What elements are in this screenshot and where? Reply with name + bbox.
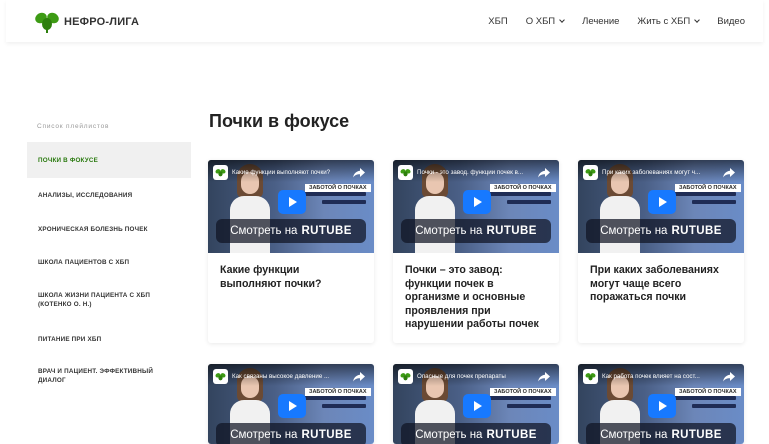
play-button[interactable] <box>648 394 676 418</box>
video-card[interactable]: Опасные для почек препараты ЗАБОТОЙ О ПО… <box>393 364 559 444</box>
playlist-sidebar: Почки в фокусе Анализы, исследования Хро… <box>27 142 191 396</box>
channel-logo-icon <box>213 369 228 384</box>
playlist-item-doctor-patient[interactable]: Врач и пациент. Эффективный диалог <box>27 356 191 396</box>
rutube-brand: RUTUBE <box>671 225 722 237</box>
watch-prefix: Смотреть на <box>600 429 668 441</box>
nav-item-treatment[interactable]: Лечение <box>582 16 619 27</box>
channel-logo-icon <box>398 165 413 180</box>
video-card-title[interactable]: Почки – это завод: функции почек в орган… <box>393 253 559 332</box>
playlist-item-analyses[interactable]: Анализы, исследования <box>27 178 191 212</box>
play-button[interactable] <box>463 394 491 418</box>
watch-on-rutube-button[interactable]: Смотреть на RUTUBE <box>401 423 551 444</box>
slogan-tag: ЗАБОТОЙ О ПОЧКАХ <box>675 184 741 192</box>
watch-prefix: Смотреть на <box>415 225 483 237</box>
rutube-brand: RUTUBE <box>671 429 722 441</box>
watch-prefix: Смотреть на <box>415 429 483 441</box>
video-thumbnail[interactable]: При каких заболеваниях могут ч... ЗАБОТО… <box>578 160 744 253</box>
rutube-brand: RUTUBE <box>301 225 352 237</box>
chevron-down-icon <box>694 16 701 23</box>
video-overlay-title: Опасные для почек препараты <box>417 373 506 380</box>
video-overlay-title: Почки - это завод. функции почек в... <box>417 169 524 176</box>
nav-item-hbp[interactable]: ХБП <box>488 16 507 27</box>
playlist-item-ckd[interactable]: Хроническая болезнь почек <box>27 212 191 246</box>
slogan-tag: ЗАБОТОЙ О ПОЧКАХ <box>490 184 556 192</box>
nav-label: Видео <box>717 15 745 27</box>
nav-item-video[interactable]: Видео <box>717 16 745 27</box>
rutube-brand: RUTUBE <box>486 225 537 237</box>
playlist-item-life-school[interactable]: Школа жизни пациента с ХБП (Котенко О. Н… <box>27 278 191 322</box>
main-nav: ХБП О ХБП Лечение Жить с ХБП Видео <box>470 0 745 42</box>
video-thumbnail[interactable]: Как связаны высокое давление ... ЗАБОТОЙ… <box>208 364 374 444</box>
channel-logo-icon <box>583 369 598 384</box>
channel-logo-icon <box>213 165 228 180</box>
watch-on-rutube-button[interactable]: Смотреть на RUTUBE <box>216 219 366 243</box>
playlist-caption: Список плейлистов <box>37 123 110 130</box>
playlist-label: Врач и пациент. Эффективный диалог <box>38 368 154 384</box>
video-card[interactable]: Какие функции выполняют почки? ЗАБОТОЙ О… <box>208 160 374 343</box>
video-overlay-title: Какие функции выполняют почки? <box>232 169 331 176</box>
watch-prefix: Смотреть на <box>230 429 298 441</box>
slogan-tag: ЗАБОТОЙ О ПОЧКАХ <box>490 388 556 396</box>
site-header: НЕФРО-ЛИГА ХБП О ХБП Лечение Жить с ХБП … <box>6 0 763 42</box>
rutube-brand: RUTUBE <box>301 429 352 441</box>
playlist-label: Почки в фокусе <box>38 156 99 164</box>
play-button[interactable] <box>278 394 306 418</box>
video-card[interactable]: Как работа почек влияет на сост... ЗАБОТ… <box>578 364 744 444</box>
playlist-item-patient-school[interactable]: Школа пациентов с ХБП <box>27 246 191 278</box>
page-title: Почки в фокусе <box>209 111 350 131</box>
play-button[interactable] <box>278 190 306 214</box>
share-icon[interactable] <box>353 372 365 382</box>
watch-on-rutube-button[interactable]: Смотреть на RUTUBE <box>216 423 366 444</box>
logo-text: НЕФРО-ЛИГА <box>64 16 140 28</box>
share-icon[interactable] <box>538 372 550 382</box>
nav-label: ХБП <box>488 15 508 27</box>
watch-prefix: Смотреть на <box>230 225 298 237</box>
video-overlay-title: Как работа почек влияет на сост... <box>602 373 700 380</box>
playlist-label: Анализы, исследования <box>38 191 133 199</box>
playlist-item-nutrition[interactable]: Питание при ХБП <box>27 322 191 356</box>
watch-prefix: Смотреть на <box>600 225 668 237</box>
channel-logo-icon <box>583 165 598 180</box>
share-icon[interactable] <box>538 168 550 178</box>
video-thumbnail[interactable]: Почки - это завод. функции почек в... ЗА… <box>393 160 559 253</box>
video-thumbnail[interactable]: Как работа почек влияет на сост... ЗАБОТ… <box>578 364 744 444</box>
watch-on-rutube-button[interactable]: Смотреть на RUTUBE <box>586 423 736 444</box>
channel-logo-icon <box>398 369 413 384</box>
playlist-label: Школа пациентов с ХБП <box>38 258 130 266</box>
watch-on-rutube-button[interactable]: Смотреть на RUTUBE <box>401 219 551 243</box>
nav-item-about-hbp[interactable]: О ХБП <box>525 15 565 27</box>
playlist-item-kidneys-in-focus[interactable]: Почки в фокусе <box>27 142 191 178</box>
video-card[interactable]: При каких заболеваниях могут ч... ЗАБОТО… <box>578 160 744 343</box>
share-icon[interactable] <box>723 372 735 382</box>
share-icon[interactable] <box>353 168 365 178</box>
share-icon[interactable] <box>723 168 735 178</box>
video-card-title[interactable]: При каких заболеваниях могут чаще всего … <box>578 253 744 305</box>
playlist-label: Школа жизни пациента с ХБП (Котенко О. Н… <box>38 292 151 308</box>
nav-label: Лечение <box>582 15 620 27</box>
video-thumbnail[interactable]: Опасные для почек препараты ЗАБОТОЙ О ПО… <box>393 364 559 444</box>
slogan-tag: ЗАБОТОЙ О ПОЧКАХ <box>305 388 371 396</box>
rutube-brand: RUTUBE <box>486 429 537 441</box>
video-card-title[interactable]: Какие функции выполняют почки? <box>208 253 374 291</box>
play-button[interactable] <box>463 190 491 214</box>
nav-label: О ХБП <box>525 15 556 27</box>
slogan-tag: ЗАБОТОЙ О ПОЧКАХ <box>305 184 371 192</box>
video-overlay-title: Как связаны высокое давление ... <box>232 373 330 380</box>
slogan-tag: ЗАБОТОЙ О ПОЧКАХ <box>675 388 741 396</box>
playlist-label: Хроническая болезнь почек <box>38 225 148 233</box>
nav-label: Жить с ХБП <box>637 15 691 27</box>
playlist-label: Питание при ХБП <box>38 335 102 343</box>
clover-logo-icon <box>35 12 59 33</box>
play-button[interactable] <box>648 190 676 214</box>
video-card[interactable]: Как связаны высокое давление ... ЗАБОТОЙ… <box>208 364 374 444</box>
watch-on-rutube-button[interactable]: Смотреть на RUTUBE <box>586 219 736 243</box>
nav-item-living-with-hbp[interactable]: Жить с ХБП <box>637 15 701 27</box>
video-card[interactable]: Почки - это завод. функции почек в... ЗА… <box>393 160 559 343</box>
video-thumbnail[interactable]: Какие функции выполняют почки? ЗАБОТОЙ О… <box>208 160 374 253</box>
site-logo[interactable]: НЕФРО-ЛИГА <box>34 11 139 33</box>
video-overlay-title: При каких заболеваниях могут ч... <box>602 169 701 176</box>
chevron-down-icon <box>559 16 565 23</box>
